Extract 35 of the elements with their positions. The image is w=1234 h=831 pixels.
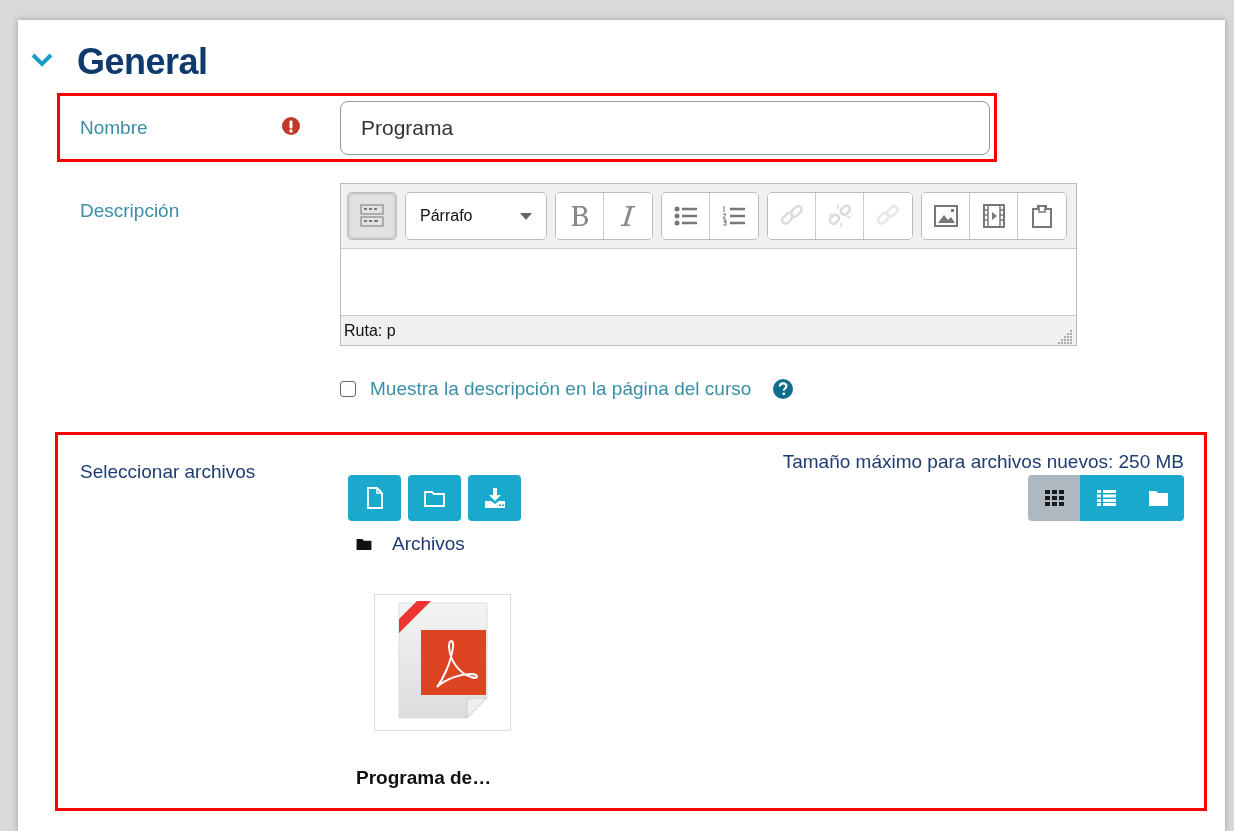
file-name[interactable]: Programa de…: [356, 767, 492, 789]
download-icon: [483, 487, 506, 509]
help-icon[interactable]: [773, 379, 794, 399]
field-label: Descripción: [80, 200, 180, 221]
download-button[interactable]: [468, 475, 521, 521]
icon-view-button[interactable]: [1028, 475, 1080, 521]
toolbar-toggle-button[interactable]: [348, 193, 396, 239]
field-label: Seleccionar archivos: [80, 461, 256, 482]
bulleted-list-button[interactable]: [662, 193, 710, 239]
folder-icon: [1148, 490, 1168, 506]
tree-view-button[interactable]: [1132, 475, 1184, 521]
paragraph-dropdown[interactable]: Párrafo: [406, 193, 546, 239]
image-button[interactable]: [922, 193, 970, 239]
folder-link[interactable]: Archivos: [392, 533, 465, 555]
resize-grip-icon[interactable]: [1055, 327, 1073, 345]
grid-icon: [1044, 490, 1064, 506]
caret-icon: [520, 212, 532, 220]
image-icon: [931, 202, 960, 230]
chevron-icon[interactable]: [31, 53, 53, 67]
create-folder-button[interactable]: [408, 475, 461, 521]
bold-icon[interactable]: [556, 193, 604, 239]
text-editor[interactable]: Párrafo Ruta: p: [340, 183, 1077, 346]
file-icon: [364, 487, 385, 509]
section-title: General: [77, 41, 208, 83]
path-label: Ruta: p: [344, 321, 396, 340]
checkbox[interactable]: [340, 381, 356, 397]
field-label: Nombre: [80, 116, 148, 139]
folder-icon: [423, 488, 446, 508]
name-input[interactable]: Programa: [340, 100, 990, 155]
max-size-text: Tamaño máximo para archivos nuevos: 250 MB: [782, 451, 1184, 473]
checkbox-label: Muestra la descripción en la página del curso: [370, 378, 752, 400]
toolbar-toggle-icon: [358, 202, 386, 230]
folder-icon: [356, 537, 372, 551]
add-file-button[interactable]: [348, 475, 401, 521]
list-icon: [1096, 490, 1116, 506]
